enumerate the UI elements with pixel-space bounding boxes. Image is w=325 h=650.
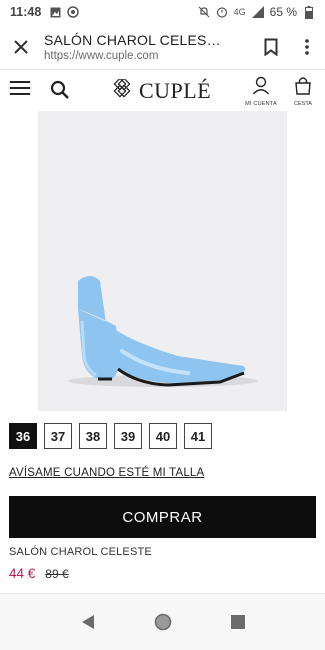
- buy-button[interactable]: COMPRAR: [9, 496, 316, 538]
- bag-icon: [295, 77, 311, 95]
- bookmark-icon: [264, 38, 278, 56]
- size-option[interactable]: 38: [79, 423, 107, 449]
- home-icon: [154, 613, 171, 631]
- size-selector: 36 37 38 39 40 41: [9, 423, 212, 449]
- mute-icon: [198, 6, 210, 18]
- product-name: SALÓN CHAROL CELESTE: [9, 546, 152, 558]
- alarm-icon: [216, 6, 228, 18]
- status-time: 11:48: [10, 5, 42, 19]
- account-button[interactable]: MI CUENTA: [243, 76, 279, 108]
- size-option[interactable]: 41: [184, 423, 212, 449]
- image-icon: [49, 6, 61, 18]
- cart-button[interactable]: CESTA: [288, 76, 318, 108]
- network-type: 4G: [233, 7, 246, 17]
- overflow-menu-icon: [305, 38, 309, 55]
- hamburger-icon[interactable]: [10, 81, 30, 97]
- custom-tab-bar: SALÓN CHAROL CELES… https://www.cuple.co…: [0, 24, 325, 70]
- size-option[interactable]: 37: [44, 423, 72, 449]
- back-icon: [81, 615, 94, 629]
- notify-size-link[interactable]: AVÍSAME CUANDO ESTÉ MI TALLA: [9, 467, 204, 479]
- price-old: 89 €: [45, 567, 69, 581]
- size-option[interactable]: 40: [149, 423, 177, 449]
- search-button[interactable]: [50, 80, 70, 100]
- whatsapp-icon: [67, 6, 80, 18]
- bookmark-button[interactable]: [253, 24, 289, 70]
- signal-icon: [251, 6, 264, 18]
- site-logo[interactable]: CUPLÉ: [110, 78, 211, 104]
- close-icon: [14, 39, 28, 54]
- page-url: https://www.cuple.com: [44, 49, 159, 62]
- cart-label: CESTA: [294, 101, 312, 107]
- logo-text: CUPLÉ: [139, 78, 212, 103]
- recents-icon: [230, 615, 245, 629]
- recents-button[interactable]: [223, 607, 253, 637]
- page-title: SALÓN CHAROL CELES…: [44, 31, 221, 48]
- price-block: 44 € 89 €: [9, 566, 69, 581]
- shoe-illustration: [68, 276, 258, 387]
- account-label: MI CUENTA: [245, 101, 277, 107]
- tab-titles[interactable]: SALÓN CHAROL CELES… https://www.cuple.co…: [42, 32, 253, 62]
- home-button[interactable]: [148, 607, 178, 637]
- close-tab-button[interactable]: [0, 24, 42, 70]
- search-icon: [50, 80, 69, 99]
- product-image[interactable]: [38, 111, 287, 411]
- back-button[interactable]: [73, 607, 103, 637]
- size-option[interactable]: 36: [9, 423, 37, 449]
- overflow-menu-button[interactable]: [289, 24, 325, 70]
- battery-icon: [303, 5, 315, 19]
- logo-icon: [113, 79, 131, 98]
- site-header: CUPLÉ MI CUENTA CESTA: [0, 71, 325, 111]
- size-option[interactable]: 39: [114, 423, 142, 449]
- battery-level: 65 %: [269, 5, 297, 19]
- status-bar: 11:48 4G 65 %: [0, 0, 325, 24]
- navigation-bar: [0, 594, 325, 650]
- account-icon: [252, 76, 270, 95]
- price-current: 44 €: [9, 566, 36, 581]
